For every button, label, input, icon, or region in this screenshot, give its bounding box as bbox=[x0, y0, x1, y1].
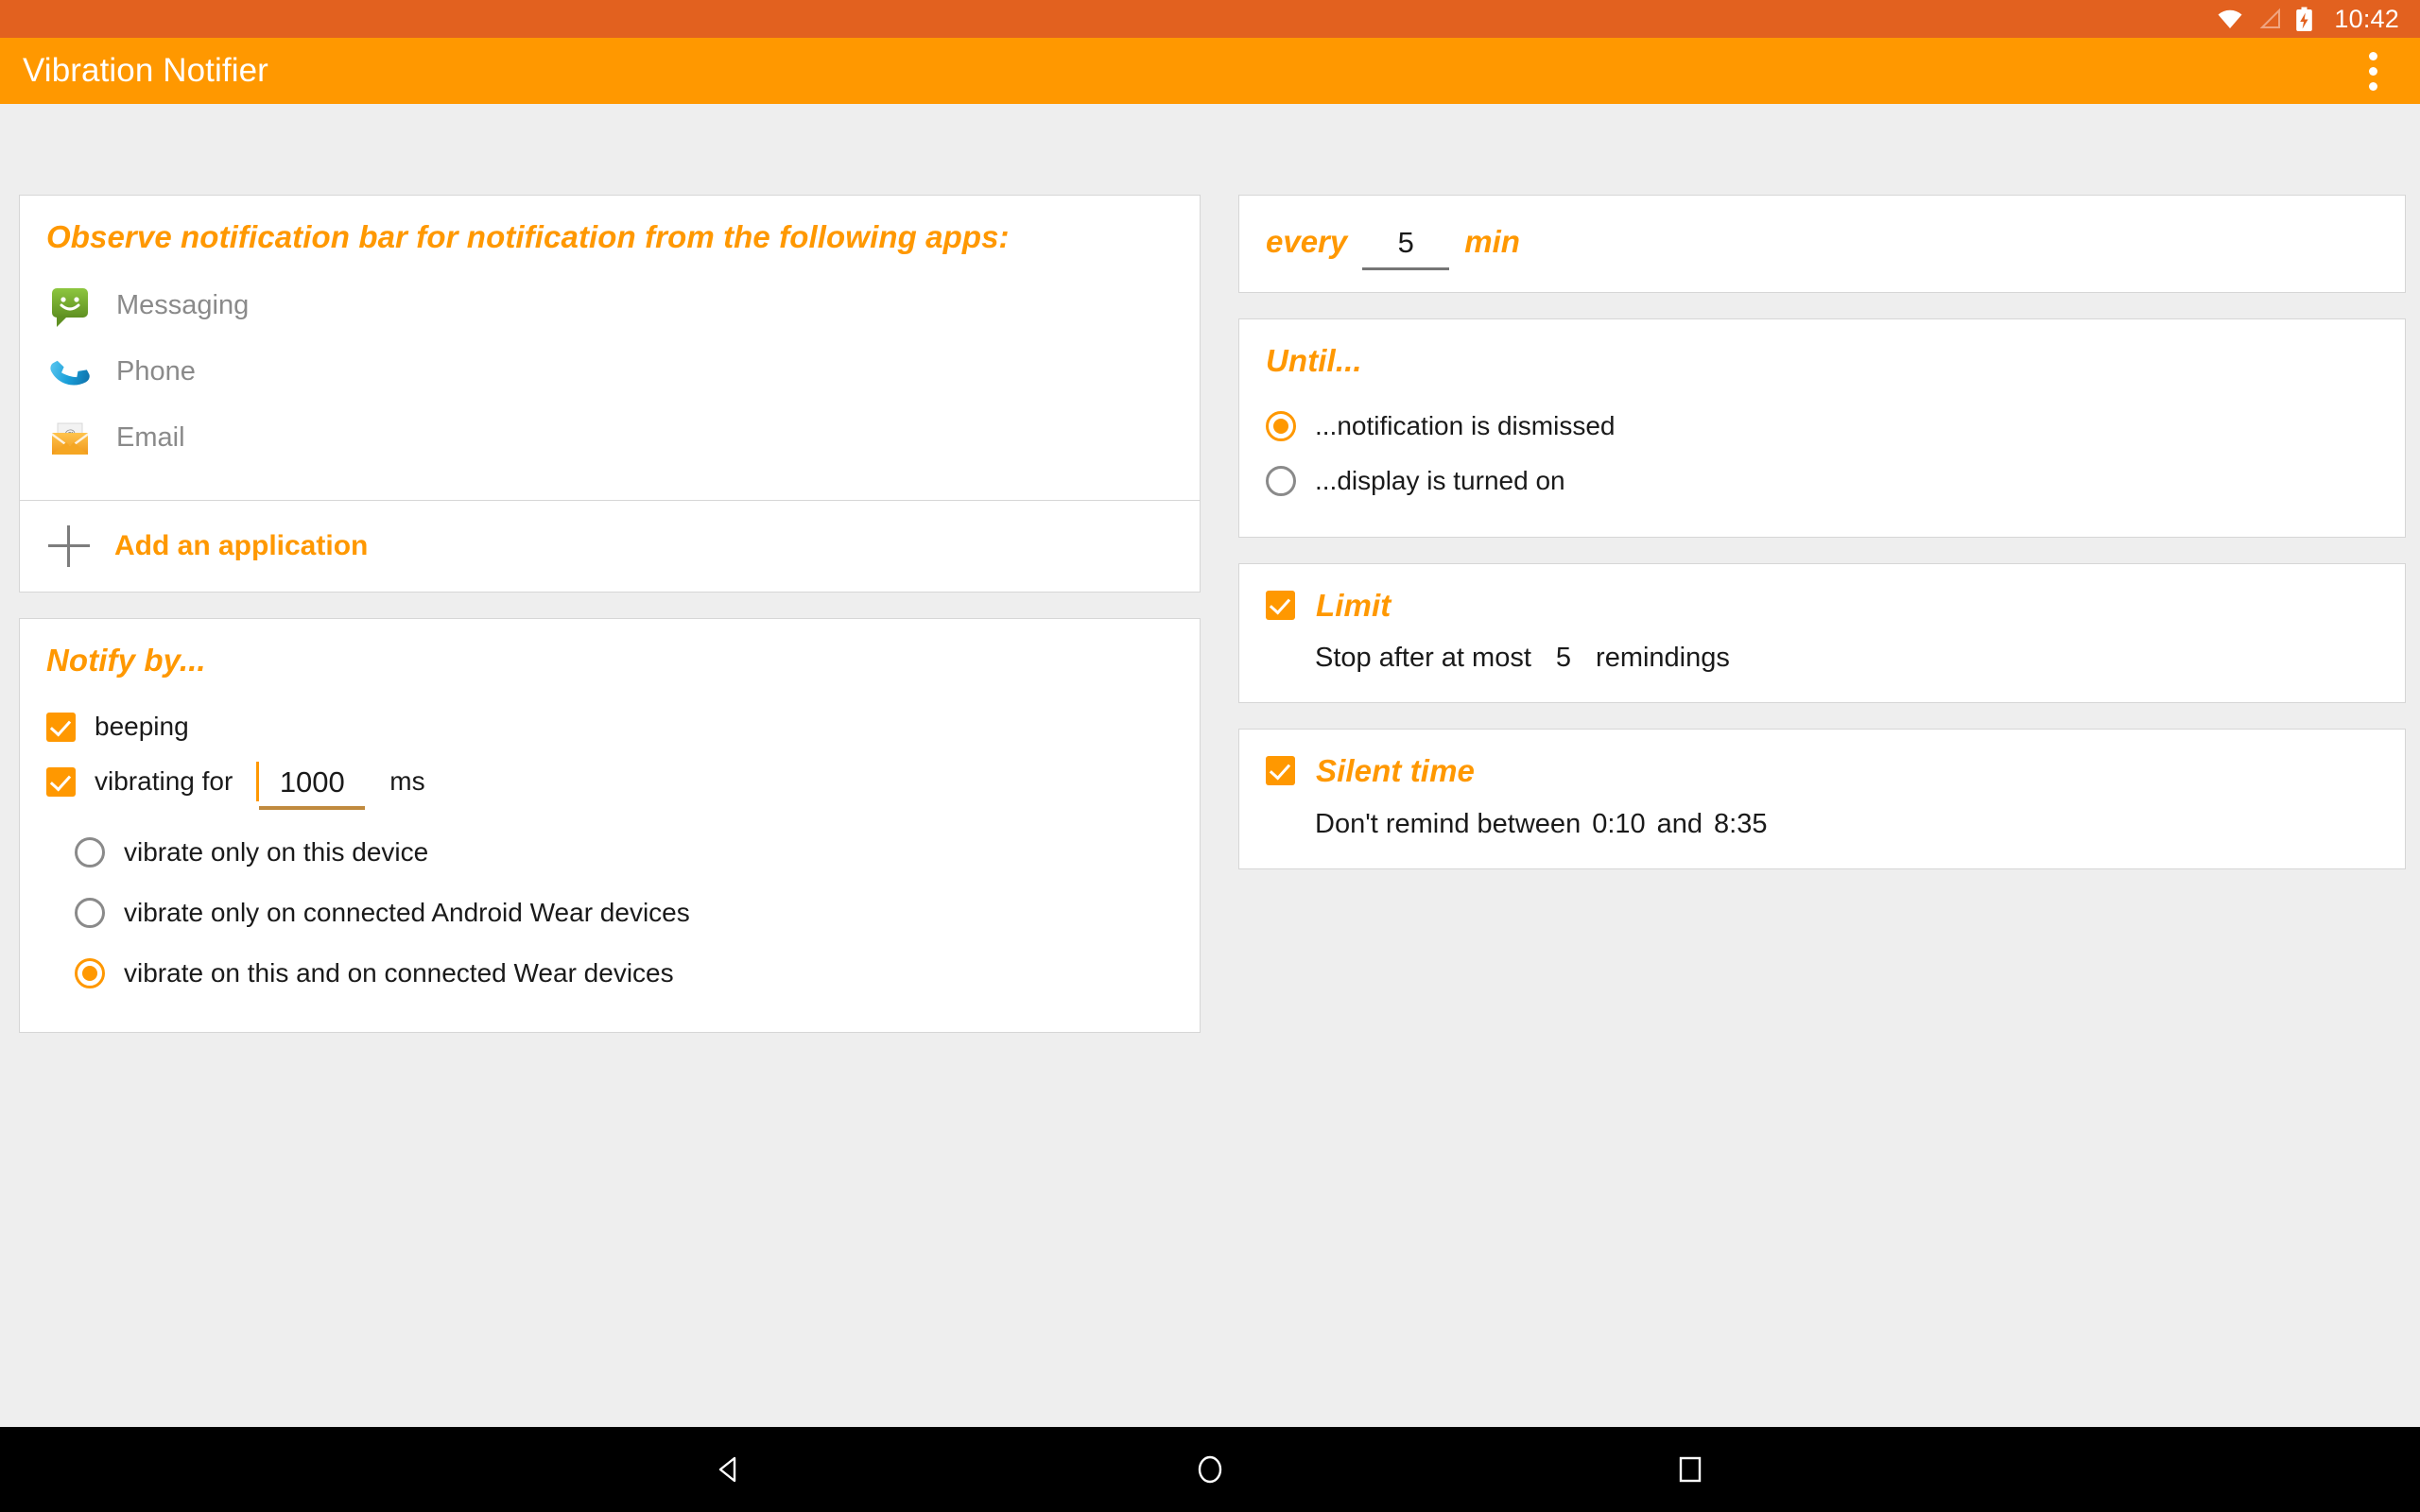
cell-signal-icon bbox=[2260, 8, 2281, 28]
observe-apps-card: Observe notification bar for notificatio… bbox=[19, 195, 1201, 593]
beeping-option[interactable]: beeping bbox=[46, 699, 1173, 754]
until-section: Until... ...notification is dismissed ..… bbox=[1239, 319, 2405, 537]
silent-time-toggle-row[interactable]: Silent time bbox=[1266, 752, 2378, 790]
settings-content: Observe notification bar for notificatio… bbox=[0, 104, 2420, 1427]
overflow-dot bbox=[2368, 81, 2377, 91]
limit-suffix: remindings bbox=[1596, 643, 1730, 674]
vibrate-target-wear-only[interactable]: vibrate only on connected Android Wear d… bbox=[46, 883, 1173, 943]
app-list-item-label: Messaging bbox=[116, 290, 250, 321]
interval-value-input[interactable]: 5 bbox=[1362, 225, 1450, 270]
email-icon: @ bbox=[48, 417, 92, 460]
overflow-dot bbox=[2368, 51, 2377, 60]
limit-prefix: Stop after at most bbox=[1315, 643, 1531, 674]
limit-value[interactable]: 5 bbox=[1556, 643, 1571, 674]
silent-time-heading: Silent time bbox=[1316, 753, 1475, 789]
status-bar-icons: 10:42 bbox=[2216, 4, 2399, 33]
home-button[interactable] bbox=[1092, 1427, 1328, 1512]
plus-icon bbox=[48, 524, 90, 567]
left-column: Observe notification bar for notificatio… bbox=[19, 195, 1201, 1058]
vibrating-option[interactable]: vibrating for 1000 ms bbox=[46, 754, 1173, 810]
home-icon bbox=[1198, 1455, 1222, 1484]
until-option-display-on[interactable]: ...display is turned on bbox=[1266, 454, 2378, 508]
beeping-checkbox[interactable] bbox=[46, 712, 76, 742]
until-card: Until... ...notification is dismissed ..… bbox=[1238, 318, 2406, 538]
recents-icon bbox=[1679, 1456, 1702, 1483]
silent-time-checkbox[interactable] bbox=[1266, 756, 1295, 786]
status-bar: 10:42 bbox=[0, 0, 2420, 38]
silent-time-joiner: and bbox=[1656, 808, 1703, 839]
limit-heading: Limit bbox=[1316, 587, 1392, 623]
radio-button[interactable] bbox=[75, 898, 105, 929]
until-option-label: ...display is turned on bbox=[1315, 465, 1565, 495]
vibrating-checkbox[interactable] bbox=[46, 766, 76, 797]
app-bar: Vibration Notifier bbox=[0, 38, 2420, 104]
notify-by-section: Notify by... beeping vibrating for 1000 bbox=[20, 619, 1200, 1033]
silent-time-end[interactable]: 8:35 bbox=[1714, 809, 1767, 840]
overflow-menu-icon[interactable] bbox=[2350, 43, 2395, 99]
wifi-icon bbox=[2218, 9, 2242, 29]
input-underline bbox=[1362, 266, 1450, 270]
until-option-notification-dismissed[interactable]: ...notification is dismissed bbox=[1266, 399, 2378, 454]
app-list-item-label: Email bbox=[116, 422, 185, 454]
vibrate-target-label: vibrate only on this device bbox=[124, 837, 429, 868]
until-option-label: ...notification is dismissed bbox=[1315, 410, 1616, 440]
radio-button-selected[interactable] bbox=[75, 958, 105, 989]
interval-row[interactable]: every 5 min bbox=[1239, 196, 2405, 292]
radio-button[interactable] bbox=[75, 837, 105, 868]
back-button[interactable] bbox=[612, 1427, 848, 1512]
vibrate-target-label: vibrate only on connected Android Wear d… bbox=[124, 898, 690, 928]
limit-card: Limit Stop after at most 5 remindings bbox=[1238, 562, 2406, 704]
vibration-duration-value: 1000 bbox=[279, 765, 345, 799]
interval-suffix: min bbox=[1464, 224, 1520, 259]
app-title: Vibration Notifier bbox=[23, 52, 268, 89]
vibration-duration-input[interactable]: 1000 bbox=[256, 761, 366, 810]
system-navigation-bar bbox=[0, 1427, 2420, 1512]
vibration-duration-unit: ms bbox=[389, 766, 425, 797]
add-application-button[interactable]: Add an application bbox=[20, 501, 1200, 592]
overflow-dot bbox=[2368, 66, 2377, 76]
vibrating-label: vibrating for bbox=[95, 766, 233, 797]
vibrate-target-both[interactable]: vibrate on this and on connected Wear de… bbox=[46, 943, 1173, 1004]
app-list-item-phone[interactable]: Phone bbox=[46, 339, 1173, 405]
battery-charging-icon bbox=[2296, 7, 2313, 31]
observe-apps-section: Observe notification bar for notificatio… bbox=[20, 196, 1200, 500]
silent-time-card: Silent time Don't remind between 0:10 an… bbox=[1238, 729, 2406, 869]
add-application-label: Add an application bbox=[114, 529, 369, 561]
status-bar-clock: 10:42 bbox=[2334, 4, 2399, 33]
app-list-item-label: Phone bbox=[116, 356, 196, 387]
radio-button[interactable] bbox=[1266, 465, 1296, 496]
limit-checkbox[interactable] bbox=[1266, 590, 1295, 620]
limit-section: Limit Stop after at most 5 remindings bbox=[1239, 564, 2405, 703]
phone-icon bbox=[48, 351, 92, 394]
silent-time-detail-row[interactable]: Don't remind between 0:10 and 8:35 bbox=[1266, 809, 2378, 840]
back-icon bbox=[718, 1456, 736, 1483]
text-caret bbox=[256, 761, 260, 801]
observe-apps-heading: Observe notification bar for notificatio… bbox=[46, 219, 1010, 254]
limit-detail-row[interactable]: Stop after at most 5 remindings bbox=[1266, 643, 2378, 674]
vibrate-target-label: vibrate on this and on connected Wear de… bbox=[124, 958, 674, 988]
messaging-icon bbox=[48, 284, 92, 328]
vibrate-target-this-device[interactable]: vibrate only on this device bbox=[46, 822, 1173, 883]
app-list-item-messaging[interactable]: Messaging bbox=[46, 273, 1173, 339]
silent-time-prefix: Don't remind between bbox=[1315, 808, 1582, 839]
notify-by-card: Notify by... beeping vibrating for 1000 bbox=[19, 617, 1201, 1034]
recents-button[interactable] bbox=[1572, 1427, 1808, 1512]
app-list-item-email[interactable]: @ Email bbox=[46, 405, 1173, 472]
android-screen: 10:42 Vibration Notifier Observe notific… bbox=[0, 0, 2420, 1512]
limit-toggle-row[interactable]: Limit bbox=[1266, 587, 2378, 625]
observe-apps-divider: Add an application bbox=[20, 499, 1200, 592]
radio-button-selected[interactable] bbox=[1266, 410, 1296, 441]
until-heading: Until... bbox=[1266, 343, 1362, 378]
silent-time-start[interactable]: 0:10 bbox=[1592, 809, 1645, 840]
notify-by-heading: Notify by... bbox=[46, 642, 206, 678]
silent-time-section: Silent time Don't remind between 0:10 an… bbox=[1239, 730, 2405, 868]
interval-card: every 5 min bbox=[1238, 195, 2406, 293]
interval-prefix: every bbox=[1266, 224, 1348, 259]
interval-value: 5 bbox=[1397, 225, 1414, 259]
beeping-label: beeping bbox=[95, 712, 189, 742]
input-underline bbox=[259, 805, 366, 810]
right-column: every 5 min Until... ...notification is … bbox=[1238, 195, 2406, 895]
